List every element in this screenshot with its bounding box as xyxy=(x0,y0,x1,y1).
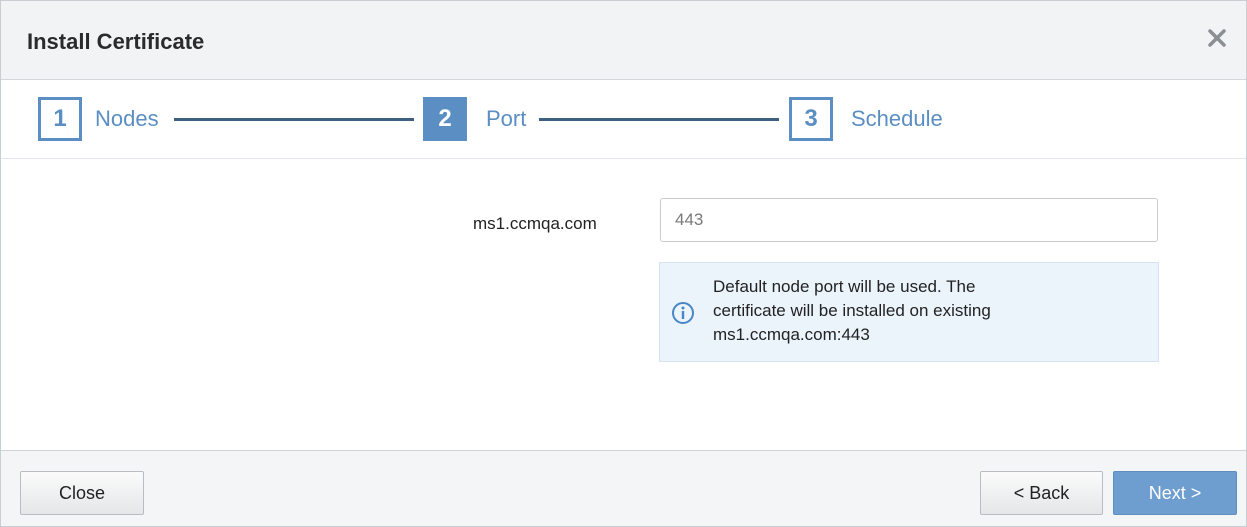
step-2-number[interactable]: 2 xyxy=(423,97,467,141)
install-certificate-dialog: Install Certificate 1 Nodes 2 Port 3 Sch… xyxy=(0,0,1247,527)
node-label: ms1.ccmqa.com xyxy=(473,214,597,233)
port-input[interactable] xyxy=(660,198,1158,242)
info-text: Default node port will be used. The cert… xyxy=(713,275,1143,347)
step-connector-1 xyxy=(174,118,414,121)
step-3-label[interactable]: Schedule xyxy=(851,106,943,132)
step-2-label[interactable]: Port xyxy=(486,106,526,132)
step-1-number[interactable]: 1 xyxy=(38,97,82,141)
info-line: ms1.ccmqa.com:443 xyxy=(713,325,870,344)
info-icon xyxy=(671,301,695,325)
dialog-titlebar: Install Certificate xyxy=(1,1,1246,80)
dialog-title: Install Certificate xyxy=(27,29,205,54)
close-icon[interactable] xyxy=(1202,23,1232,53)
back-button[interactable]: < Back xyxy=(980,471,1103,515)
step-1-label[interactable]: Nodes xyxy=(95,106,159,132)
next-button[interactable]: Next > xyxy=(1113,471,1237,515)
close-button[interactable]: Close xyxy=(20,471,144,515)
info-line: Default node port will be used. The xyxy=(713,277,976,296)
info-message: Default node port will be used. The cert… xyxy=(659,262,1159,362)
wizard-steps: 1 Nodes 2 Port 3 Schedule xyxy=(1,80,1246,159)
info-line: certificate will be installed on existin… xyxy=(713,301,991,320)
step-3-number[interactable]: 3 xyxy=(789,97,833,141)
step-connector-2 xyxy=(539,118,779,121)
